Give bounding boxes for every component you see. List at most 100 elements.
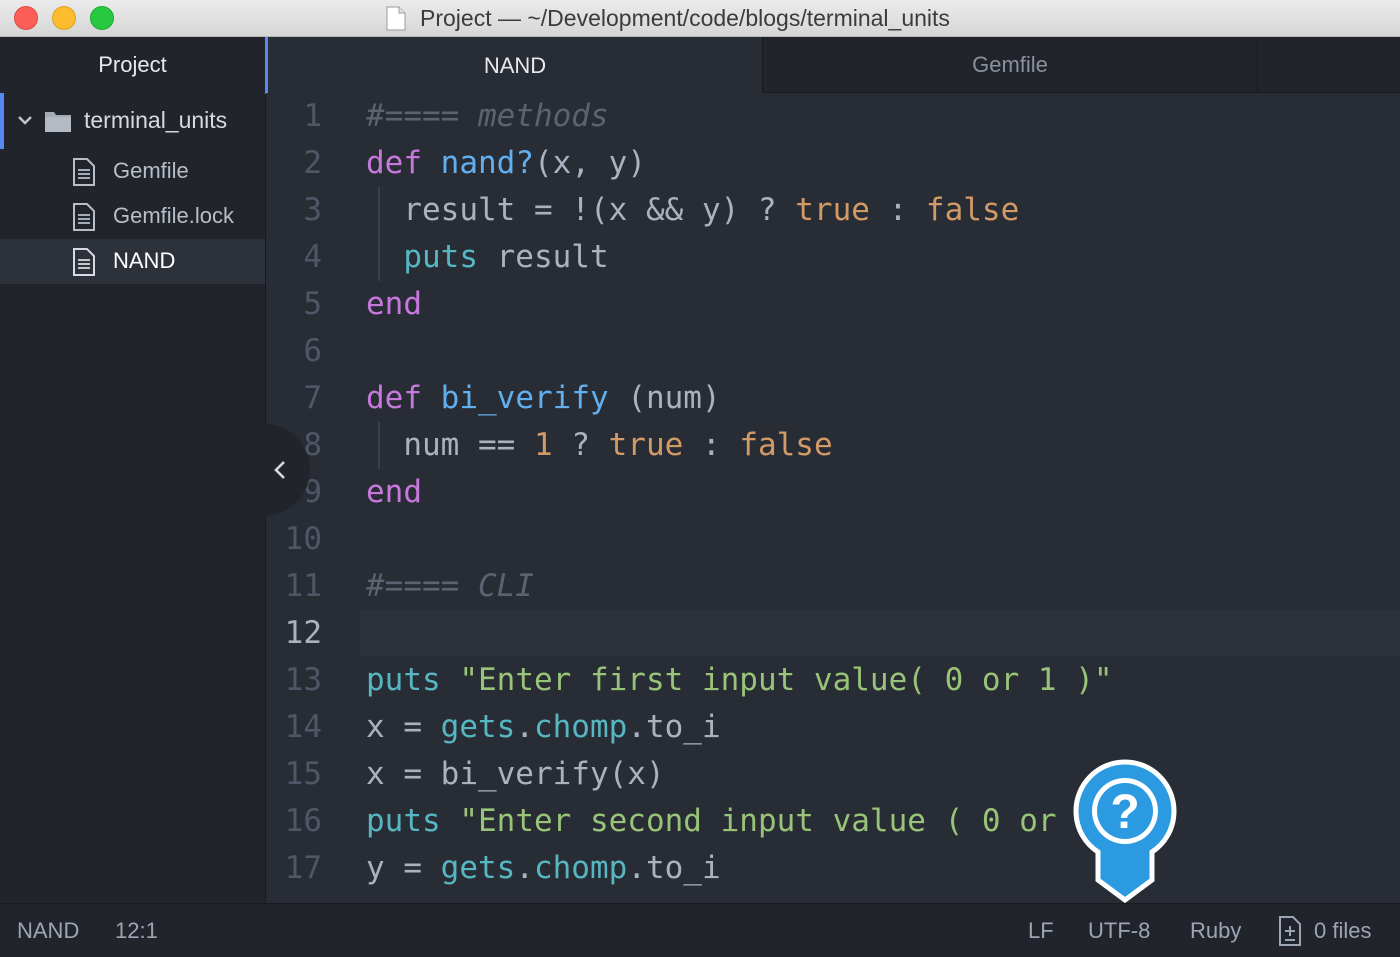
code-line[interactable]: 7 def bi_verify (num) (266, 375, 1400, 422)
code-text: puts result (366, 234, 609, 281)
tab-nand[interactable]: NAND (265, 37, 762, 94)
tab-gemfile[interactable]: Gemfile (762, 37, 1258, 93)
code-token: #==== methods (366, 98, 609, 134)
code-text: puts "Enter first input value( 0 or 1 )" (366, 657, 1113, 704)
code-line[interactable]: 6 (266, 328, 1400, 375)
project-folder-name: terminal_units (84, 107, 228, 133)
folder-icon (45, 112, 71, 132)
code-token: puts (403, 239, 478, 275)
code-token: "Enter second input value ( 0 or (459, 803, 1057, 839)
window-title-group: Project — ~/Development/code/blogs/termi… (386, 4, 950, 32)
code-token: . (515, 850, 534, 886)
tree-view-sidebar: Project terminal_units Gemfile Gemfile.l… (0, 37, 266, 903)
code-line[interactable]: 9 end (266, 469, 1400, 516)
code-token: true (795, 192, 870, 228)
code-token: def (366, 145, 422, 181)
code-token: (num) (608, 380, 721, 416)
code-token: x = (366, 709, 441, 745)
line-number: 11 (284, 568, 322, 604)
code-token: bi_verify (440, 380, 609, 416)
code-token: nand? (440, 145, 534, 181)
code-line[interactable]: 10 (266, 516, 1400, 563)
file-item-nand[interactable]: NAND (0, 239, 265, 284)
status-file-name[interactable]: NAND (17, 918, 79, 944)
code-text: end (366, 469, 422, 516)
code-text: x = gets.chomp.to_i (366, 704, 721, 751)
code-line[interactable]: 15 x = bi_verify(x) (266, 751, 1400, 798)
status-encoding[interactable]: UTF-8 (1088, 918, 1150, 944)
code-token: result (477, 239, 609, 275)
code-token: #==== CLI (366, 568, 534, 604)
line-number: 14 (284, 709, 322, 745)
code-token: chomp (533, 709, 628, 745)
code-token: puts (366, 803, 441, 839)
code-line[interactable]: 16 puts "Enter second input value ( 0 or (266, 798, 1400, 845)
code-line[interactable]: 3 result = !(x && y) ? true : false (266, 187, 1400, 234)
code-text: num == 1 ? true : false (366, 422, 833, 469)
code-token: false (925, 192, 1020, 228)
maximize-window-button[interactable] (90, 6, 114, 30)
code-line[interactable]: 17 y = gets.chomp.to_i (266, 845, 1400, 892)
file-item-gemfile[interactable]: Gemfile (0, 149, 265, 194)
title-bar: Project — ~/Development/code/blogs/termi… (0, 0, 1400, 37)
code-text: end (366, 281, 422, 328)
code-text: #==== CLI (366, 563, 534, 610)
code-text: result = !(x && y) ? true : false (366, 187, 1019, 234)
project-folder-row[interactable]: terminal_units (0, 93, 265, 149)
code-token: .to_i (627, 850, 721, 886)
code-token: : (869, 192, 926, 228)
code-token: puts (366, 662, 441, 698)
chevron-down-icon[interactable] (17, 112, 33, 128)
file-name: Gemfile (113, 158, 189, 183)
code-line[interactable]: 1 #==== methods (266, 93, 1400, 140)
line-number: 12 (284, 615, 322, 651)
code-line[interactable]: 11 #==== CLI (266, 563, 1400, 610)
minimize-window-button[interactable] (52, 6, 76, 30)
help-icon[interactable]: ? (1072, 758, 1178, 904)
code-token: x = bi_verify(x) (366, 756, 665, 792)
line-number: 5 (303, 286, 322, 322)
code-token: 1 (533, 427, 553, 463)
status-line-ending[interactable]: LF (1028, 918, 1054, 944)
file-name: NAND (113, 248, 176, 273)
line-number: 6 (303, 333, 322, 369)
code-token: ? (552, 427, 609, 463)
help-button[interactable]: ? (1072, 758, 1178, 904)
code-text: x = bi_verify(x) (366, 751, 665, 798)
help-question-mark: ? (1110, 786, 1139, 839)
line-number: 16 (284, 803, 322, 839)
code-text: def bi_verify (num) (366, 375, 721, 422)
code-line[interactable]: 8 num == 1 ? true : false (266, 422, 1400, 469)
code-line[interactable]: 2 def nand?(x, y) (266, 140, 1400, 187)
code-text: #==== methods (366, 93, 609, 140)
status-cursor-position[interactable]: 12:1 (115, 918, 158, 944)
code-line[interactable]: 12 (266, 610, 1400, 657)
code-line[interactable]: 13 puts "Enter first input value( 0 or 1 … (266, 657, 1400, 704)
code-token: chomp (533, 850, 628, 886)
file-item-gemfile-lock[interactable]: Gemfile.lock (0, 194, 265, 239)
status-git-files[interactable]: 0 files (1314, 918, 1371, 944)
code-token: false (739, 427, 833, 463)
status-grammar[interactable]: Ruby (1190, 918, 1241, 944)
code-line[interactable]: 14 x = gets.chomp.to_i (266, 704, 1400, 751)
line-number: 2 (303, 145, 322, 181)
status-bar: NAND 12:1 LF UTF-8 Ruby 0 files (0, 903, 1400, 957)
file-text-icon (73, 203, 95, 231)
code-token: end (366, 286, 422, 322)
code-token: gets (440, 709, 516, 745)
code-token: "Enter first input value( 0 or 1 )" (459, 662, 1113, 698)
code-text: y = gets.chomp.to_i (366, 845, 721, 892)
code-editor[interactable]: 1 #==== methods 2 def nand?(x, y) 3 result =… (266, 93, 1400, 903)
file-text-icon (73, 158, 95, 186)
line-number: 10 (284, 521, 322, 557)
close-window-button[interactable] (14, 6, 38, 30)
code-line[interactable]: 5 end (266, 281, 1400, 328)
code-token: . (515, 709, 534, 745)
file-text-icon (73, 248, 95, 276)
code-line[interactable]: 4 puts result (266, 234, 1400, 281)
chevron-left-icon[interactable] (272, 459, 288, 481)
